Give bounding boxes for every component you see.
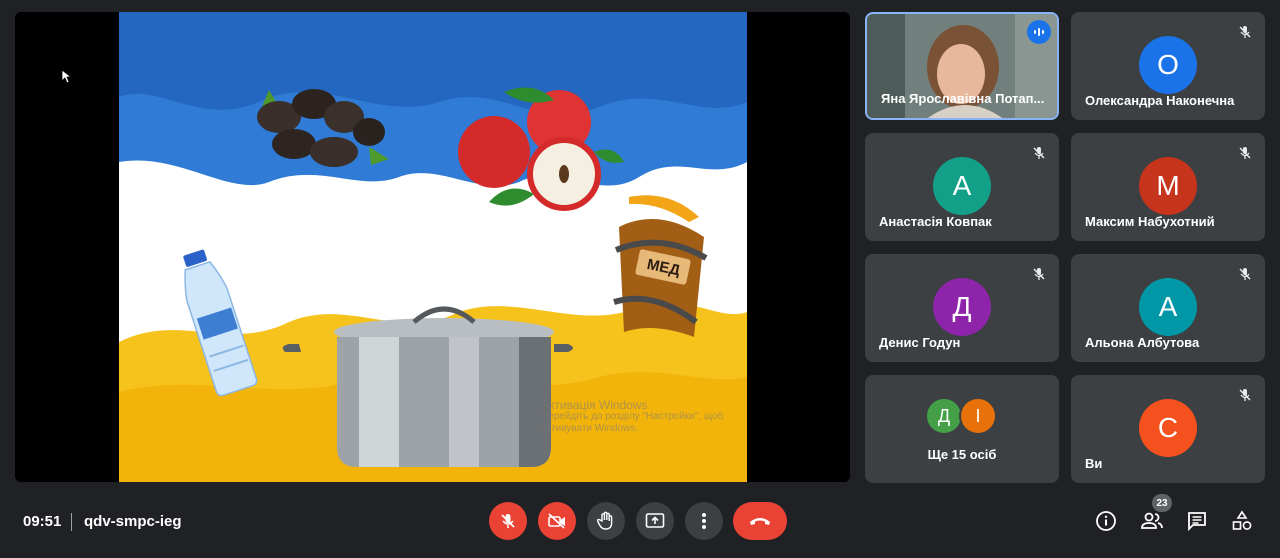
participant-name: Максим Набухотний <box>1085 214 1215 229</box>
avatar: А <box>1139 278 1197 336</box>
speaking-indicator-icon <box>1027 20 1051 44</box>
windows-activation-watermark: Активація Windows Перейдіть до розділу "… <box>541 399 723 435</box>
camera-off-icon <box>548 513 565 529</box>
avatar: І <box>959 397 997 435</box>
mic-off-icon <box>1029 143 1049 163</box>
camera-toggle-button[interactable] <box>538 502 576 540</box>
more-participants-label: Ще 15 осіб <box>927 447 997 462</box>
raise-hand-icon <box>597 511 613 530</box>
participant-tile[interactable]: О Олександра Наконечна <box>1071 12 1265 120</box>
participant-tile[interactable]: М Максим Набухотний <box>1071 133 1265 241</box>
avatar: А <box>933 157 991 215</box>
chat-button[interactable] <box>1184 508 1210 534</box>
avatar: Д <box>933 278 991 336</box>
activities-button[interactable] <box>1229 508 1255 534</box>
call-controls-bar: 09:51 qdv-smpc-ieg 23 <box>0 490 1280 558</box>
mic-off-icon <box>1029 264 1049 284</box>
mic-off-icon <box>1235 264 1255 284</box>
watermark-line: активувати Windows. <box>541 423 639 434</box>
self-tile[interactable]: С Ви <box>1071 375 1265 483</box>
mic-off-icon <box>1235 22 1255 42</box>
avatar: С <box>1139 399 1197 457</box>
mic-toggle-button[interactable] <box>489 502 527 540</box>
end-call-icon <box>750 518 770 525</box>
avatar: Д <box>925 397 963 435</box>
participants-count-badge: 23 <box>1152 494 1172 512</box>
activities-icon <box>1232 510 1252 530</box>
participant-tile-video[interactable]: Яна Ярославівна Потап... <box>865 12 1059 120</box>
meeting-code: qdv-smpc-ieg <box>84 513 182 530</box>
mouse-cursor-icon <box>62 70 72 84</box>
meeting-time: 09:51 <box>23 513 62 530</box>
participant-name: Денис Годун <box>879 335 961 350</box>
raise-hand-button[interactable] <box>587 502 625 540</box>
mic-off-icon <box>501 514 515 528</box>
avatar: М <box>1139 157 1197 215</box>
participant-tile[interactable]: Д Денис Годун <box>865 254 1059 362</box>
present-now-button[interactable] <box>636 502 674 540</box>
participant-name: Олександра Наконечна <box>1085 93 1235 108</box>
more-participants-tile[interactable]: Д І Ще 15 осіб <box>865 375 1059 483</box>
participant-name: Альона Албутова <box>1085 335 1200 350</box>
people-icon <box>1141 512 1163 529</box>
participant-tile[interactable]: А Анастасія Ковпак <box>865 133 1059 241</box>
more-options-icon <box>702 513 706 529</box>
watermark-title: Активація Windows <box>541 398 648 412</box>
chat-icon <box>1188 512 1206 532</box>
participant-name: Ви <box>1085 456 1103 471</box>
present-screen-icon <box>645 513 665 528</box>
info-icon <box>1096 511 1116 531</box>
participant-name: Анастасія Ковпак <box>879 214 992 229</box>
leave-call-button[interactable] <box>733 502 787 540</box>
participant-tile[interactable]: А Альона Албутова <box>1071 254 1265 362</box>
watermark-line: Перейдіть до розділу "Настройки", щоб <box>541 411 724 422</box>
presentation-stage: МЕД Активація Windows Перейдіть до розді… <box>15 12 850 482</box>
divider <box>71 513 72 531</box>
participant-name: Яна Ярославівна Потап... <box>881 91 1045 106</box>
more-options-button[interactable] <box>685 502 723 540</box>
avatar: О <box>1139 36 1197 94</box>
meeting-details-button[interactable] <box>1093 508 1119 534</box>
mic-off-icon <box>1235 143 1255 163</box>
mic-off-icon <box>1235 385 1255 405</box>
